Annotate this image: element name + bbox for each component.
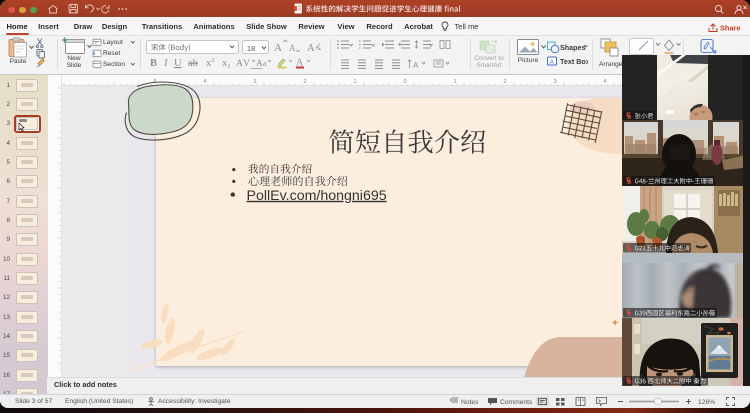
svg-text:Notes: Notes bbox=[461, 399, 479, 406]
svg-text:126%: 126% bbox=[698, 399, 715, 406]
svg-text:Comments: Comments bbox=[500, 399, 533, 406]
svg-text:PollEv.com/hongni695: PollEv.com/hongni695 bbox=[247, 188, 387, 204]
